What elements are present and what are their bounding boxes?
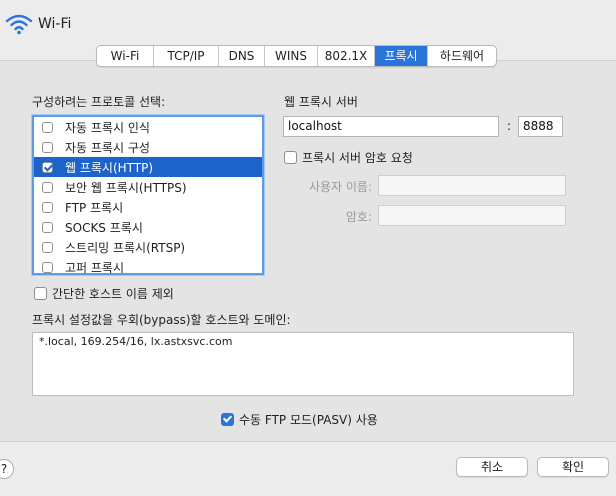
tab-bar: Wi-Fi TCP/IP DNS WINS 802.1X 프록시 하드웨어 [96, 45, 497, 67]
wifi-icon [4, 12, 34, 36]
proxy-port-field[interactable]: 8888 [518, 116, 563, 137]
web-proxy-server-label: 웹 프록시 서버 [284, 95, 358, 109]
list-item[interactable]: FTP 프록시 [34, 197, 262, 217]
protocol-label: 고퍼 프록시 [65, 260, 125, 275]
protocol-label: 웹 프록시(HTTP) [65, 160, 154, 175]
exclude-simple-hostnames[interactable]: 간단한 호스트 이름 제외 [34, 285, 174, 302]
tab-dns[interactable]: DNS [219, 46, 265, 66]
tab-hardware[interactable]: 하드웨어 [428, 46, 496, 66]
port-separator: : [507, 119, 512, 133]
list-item[interactable]: 보안 웹 프록시(HTTPS) [34, 177, 262, 197]
exclude-simple-hostnames-label: 간단한 호스트 이름 제외 [52, 287, 174, 301]
ok-button[interactable]: 확인 [537, 457, 609, 477]
protocol-label: SOCKS 프록시 [65, 220, 143, 235]
checkbox[interactable] [42, 241, 53, 253]
tab-tcpip[interactable]: TCP/IP [154, 46, 219, 66]
proxy-host-field[interactable]: localhost [283, 116, 499, 137]
list-item[interactable]: 자동 프록시 인식 [34, 117, 262, 137]
checkbox[interactable] [42, 141, 53, 153]
protocol-list[interactable]: 자동 프록시 인식 자동 프록시 구성 웹 프록시(HTTP) 보안 웹 프록시… [32, 115, 264, 275]
password-field[interactable] [378, 205, 566, 226]
protocol-label: 자동 프록시 구성 [65, 140, 150, 155]
tab-wifi[interactable]: Wi-Fi [97, 46, 154, 66]
password-required-label: 프록시 서버 암호 요청 [302, 151, 413, 165]
password-label: 암호: [345, 210, 372, 224]
cancel-button[interactable]: 취소 [456, 457, 528, 477]
exclude-simple-hostnames-checkbox[interactable] [34, 287, 47, 300]
checkbox[interactable] [42, 261, 53, 273]
checkbox[interactable] [42, 221, 53, 233]
checkbox[interactable] [42, 121, 53, 133]
passive-ftp-label: 수동 FTP 모드(PASV) 사용 [239, 413, 378, 427]
checkbox[interactable] [42, 181, 53, 193]
protocol-label: FTP 프록시 [65, 200, 124, 215]
help-button[interactable]: ? [0, 459, 14, 479]
protocol-label: 보안 웹 프록시(HTTPS) [65, 180, 187, 195]
protocol-label: 스트리밍 프록시(RTSP) [65, 240, 186, 255]
passive-ftp[interactable]: 수동 FTP 모드(PASV) 사용 [221, 411, 378, 428]
bypass-label: 프록시 설정값을 우회(bypass)할 호스트와 도메인: [32, 313, 291, 327]
list-item[interactable]: 자동 프록시 구성 [34, 137, 262, 157]
tab-proxy[interactable]: 프록시 [375, 46, 428, 66]
list-item[interactable]: 스트리밍 프록시(RTSP) [34, 237, 262, 257]
username-label: 사용자 이름: [308, 180, 372, 194]
bypass-textarea[interactable]: *.local, 169.254/16, lx.astxsvc.com [32, 332, 574, 396]
username-field[interactable] [378, 175, 566, 196]
password-required-checkbox[interactable] [284, 151, 297, 164]
tab-wins[interactable]: WINS [265, 46, 318, 66]
list-item[interactable]: SOCKS 프록시 [34, 217, 262, 237]
protocol-list-label: 구성하려는 프로토콜 선택: [32, 95, 166, 109]
passive-ftp-checkbox[interactable] [221, 413, 234, 426]
window-title: Wi-Fi [38, 16, 72, 32]
list-item[interactable]: 고퍼 프록시 [34, 257, 262, 277]
checkbox[interactable] [42, 201, 53, 213]
password-required[interactable]: 프록시 서버 암호 요청 [284, 149, 413, 166]
title-bar: Wi-Fi [0, 0, 616, 44]
tab-8021x[interactable]: 802.1X [318, 46, 375, 66]
list-item[interactable]: 웹 프록시(HTTP) [34, 157, 262, 177]
checkbox-checked[interactable] [42, 161, 53, 173]
protocol-label: 자동 프록시 인식 [65, 120, 150, 135]
